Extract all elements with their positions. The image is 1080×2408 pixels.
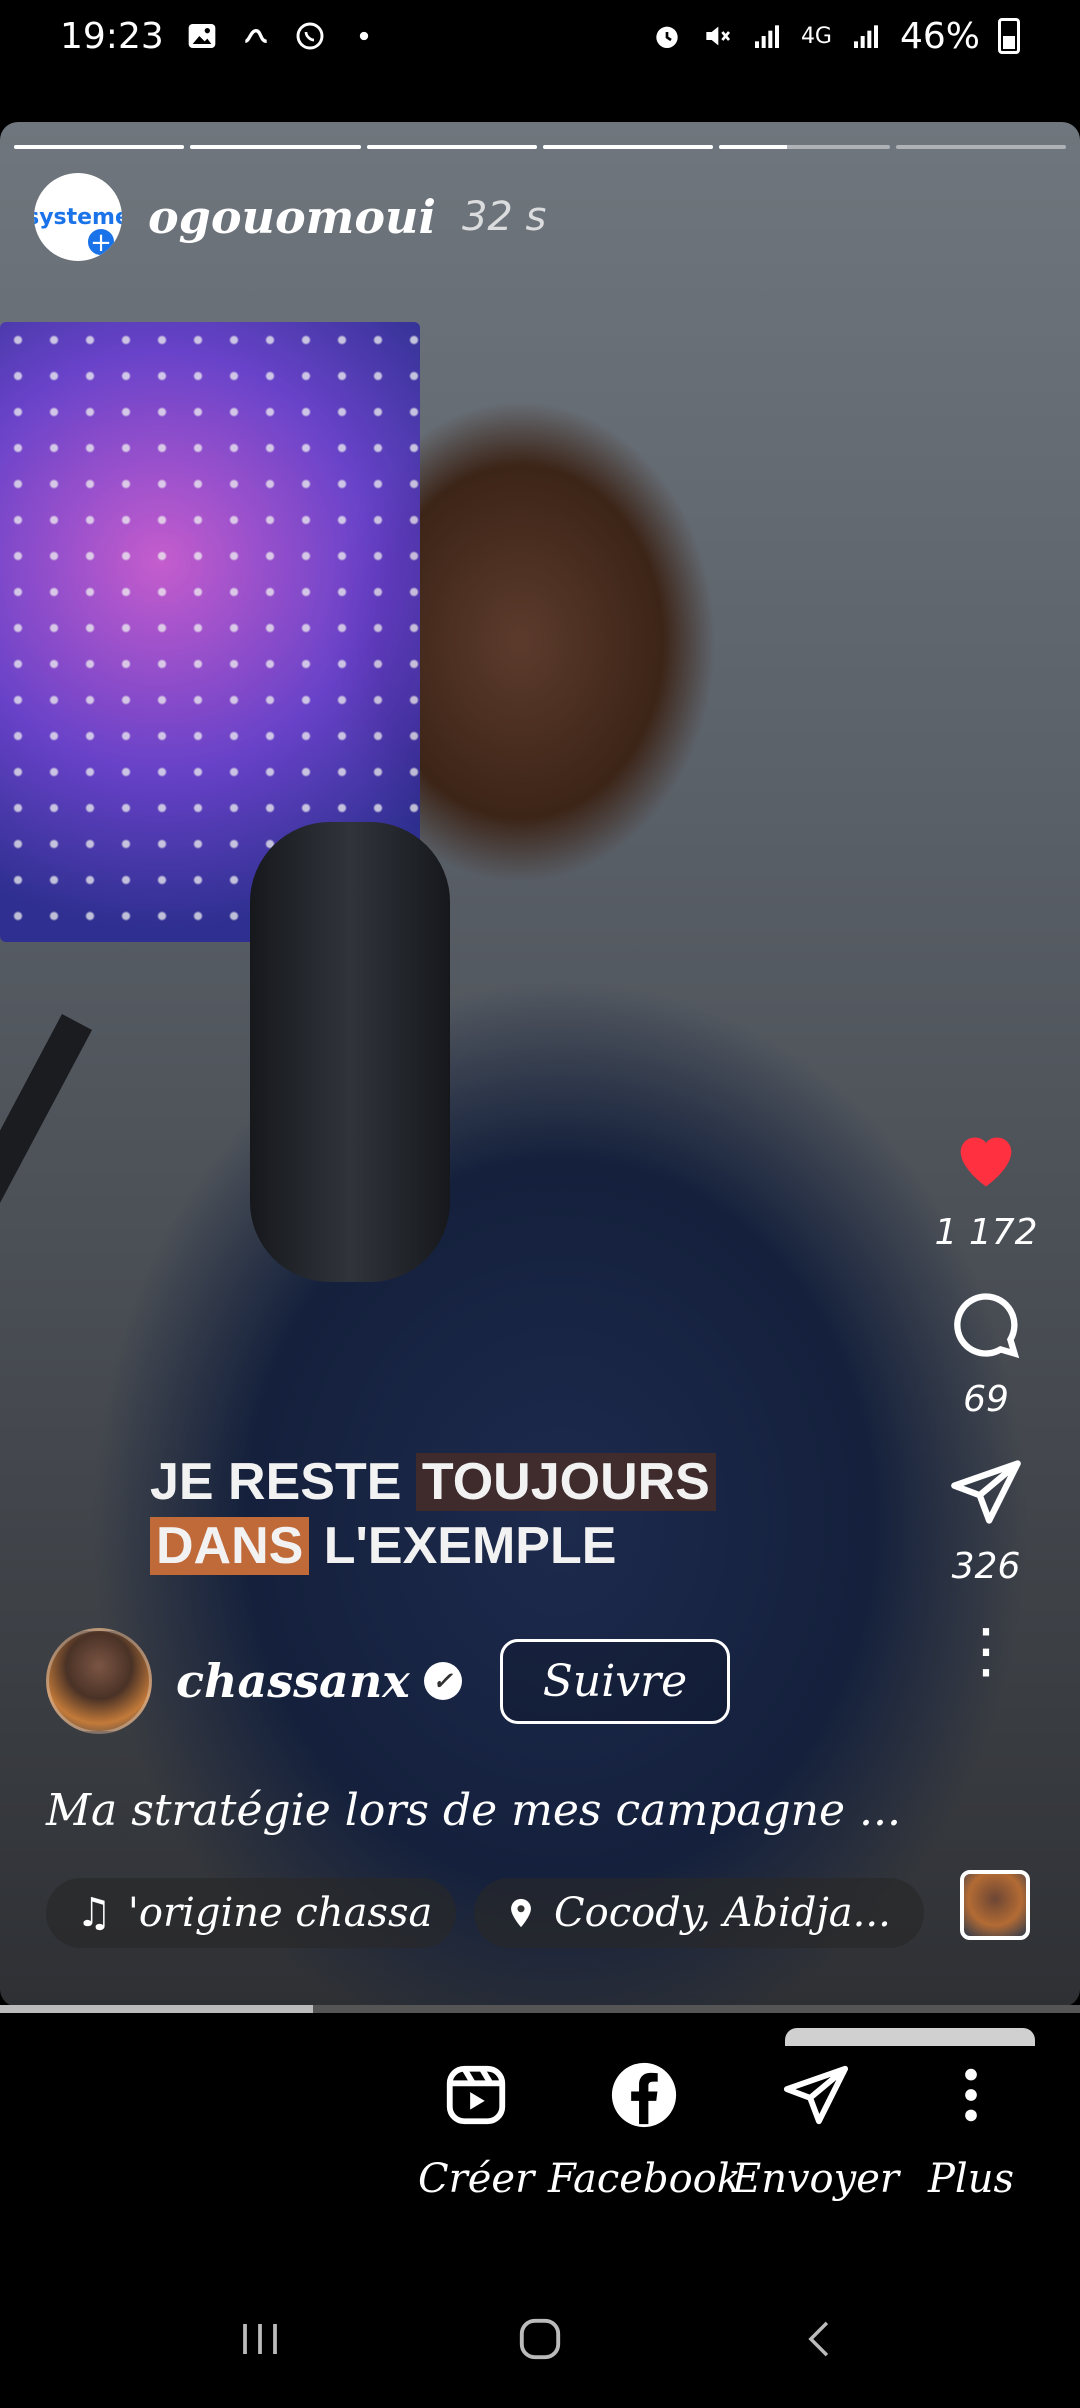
more-vertical-icon: ⋮ bbox=[956, 1616, 1016, 1686]
send-button[interactable]: Envoyer bbox=[732, 2060, 899, 2202]
sheet-handle[interactable] bbox=[785, 2028, 1035, 2046]
link-icon bbox=[240, 20, 272, 52]
story-progress-segment bbox=[366, 145, 537, 149]
heart-icon bbox=[960, 1137, 1012, 1187]
story-time: 32 s bbox=[461, 194, 547, 240]
recents-icon bbox=[243, 2324, 277, 2354]
facebook-label: Facebook bbox=[548, 2156, 741, 2202]
video-progress-bar[interactable] bbox=[0, 2005, 1080, 2013]
whatsapp-icon bbox=[294, 20, 326, 52]
like-count: 1 172 bbox=[934, 1212, 1038, 1253]
verified-badge-icon: ✓ bbox=[423, 1662, 462, 1700]
story-progress-segment bbox=[542, 145, 714, 149]
home-button[interactable] bbox=[495, 2294, 585, 2384]
comment-count: 69 bbox=[963, 1379, 1009, 1420]
more-label: Plus bbox=[928, 2156, 1014, 2202]
signal-icon-2 bbox=[850, 20, 882, 52]
video-progress-fill bbox=[0, 2005, 314, 2013]
home-icon bbox=[519, 2318, 561, 2360]
location-name: Cocody, Abidja... bbox=[554, 1890, 891, 1936]
story-username[interactable]: ogouomoui bbox=[148, 190, 436, 244]
author-name[interactable]: chassanx bbox=[176, 1654, 410, 1708]
more-button[interactable]: Plus bbox=[928, 2060, 1014, 2202]
caption-text: JE RESTE bbox=[150, 1453, 416, 1511]
author-name-wrap[interactable]: chassanx ✓ bbox=[176, 1654, 462, 1708]
comment-icon bbox=[954, 1293, 1020, 1359]
mute-icon bbox=[701, 20, 733, 52]
caption-highlight: TOUJOURS bbox=[415, 1453, 716, 1511]
system-nav-bar bbox=[0, 2270, 1080, 2408]
music-pill[interactable]: ♫ 'origine chassa bbox=[46, 1878, 456, 1948]
story-progress-fill bbox=[366, 145, 537, 149]
recents-button[interactable] bbox=[215, 2294, 305, 2384]
more-vertical-icon bbox=[965, 2068, 977, 2122]
send-icon bbox=[783, 2065, 848, 2125]
microphone-arm bbox=[0, 1014, 93, 1649]
notification-dot-icon bbox=[348, 20, 380, 52]
send-icon bbox=[951, 1460, 1021, 1524]
story-progress-fill bbox=[190, 145, 361, 149]
reels-icon bbox=[446, 2065, 506, 2125]
microphone bbox=[250, 822, 450, 1282]
author-avatar[interactable] bbox=[46, 1628, 152, 1734]
follow-button[interactable]: Suivre bbox=[499, 1638, 731, 1724]
like-button[interactable]: 1 172 bbox=[934, 1120, 1038, 1253]
send-label: Envoyer bbox=[732, 2156, 900, 2202]
battery-icon bbox=[998, 18, 1020, 54]
author-row: chassanx ✓ Suivre bbox=[46, 1628, 731, 1734]
facebook-button[interactable]: Facebook bbox=[548, 2060, 741, 2202]
story-progress bbox=[14, 145, 1066, 149]
location-pill[interactable]: Cocody, Abidja... bbox=[474, 1878, 924, 1948]
video-caption: JE RESTE TOUJOURS DANS L'EXEMPLE bbox=[150, 1450, 716, 1578]
story-avatar[interactable]: systeme + bbox=[34, 173, 122, 261]
location-pin-icon bbox=[511, 1898, 531, 1928]
story-progress-fill bbox=[719, 145, 788, 149]
share-bar: Créer Facebook Envoyer Plus bbox=[0, 2020, 1080, 2250]
post-meta-pills: ♫ 'origine chassa Cocody, Abidja... bbox=[46, 1878, 924, 1948]
story-progress-segment bbox=[14, 145, 185, 149]
caption-text: L'EXEMPLE bbox=[309, 1517, 617, 1575]
add-story-icon: + bbox=[86, 227, 116, 257]
avatar-logo-text: systeme bbox=[34, 204, 122, 230]
story-progress-fill bbox=[14, 145, 185, 149]
battery-percent: 46% bbox=[899, 15, 980, 57]
story-progress-segment bbox=[895, 145, 1066, 149]
post-description[interactable]: Ma stratégie lors de mes campagne ... bbox=[46, 1785, 901, 1836]
music-note-icon: ♫ bbox=[76, 1890, 112, 1936]
signal-icon bbox=[751, 20, 783, 52]
back-button[interactable] bbox=[775, 2294, 865, 2384]
network-type: 4G bbox=[800, 23, 832, 49]
back-icon bbox=[808, 2321, 829, 2357]
story-progress-segment bbox=[719, 145, 890, 149]
facebook-icon bbox=[612, 2062, 677, 2128]
gallery-icon bbox=[186, 20, 218, 52]
comment-button[interactable]: 69 bbox=[948, 1287, 1024, 1420]
action-column: 1 172 69 326 ⋮ bbox=[916, 1120, 1056, 1705]
music-title: 'origine chassa bbox=[127, 1890, 433, 1936]
status-time: 19:23 bbox=[60, 15, 164, 57]
share-count: 326 bbox=[951, 1546, 1021, 1587]
create-button[interactable]: Créer bbox=[418, 2060, 534, 2202]
audio-thumbnail[interactable] bbox=[960, 1870, 1030, 1940]
caption-highlight: DANS bbox=[150, 1517, 310, 1575]
create-label: Créer bbox=[418, 2156, 535, 2202]
story-progress-segment bbox=[190, 145, 361, 149]
share-button[interactable]: 326 bbox=[948, 1454, 1024, 1587]
story-header: systeme + ogouomoui 32 s bbox=[34, 173, 546, 261]
status-bar: 19:23 4G 46% bbox=[0, 0, 1080, 72]
story-progress-fill bbox=[542, 145, 714, 149]
more-options-button[interactable]: ⋮ bbox=[956, 1616, 1016, 1686]
alarm-icon bbox=[651, 20, 683, 52]
